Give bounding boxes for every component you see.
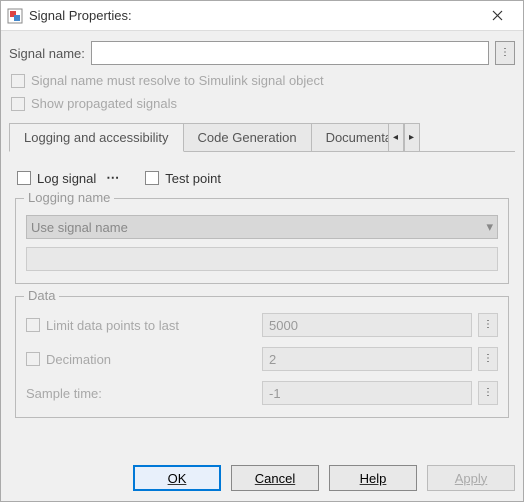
tab-codegen[interactable]: Code Generation	[183, 123, 312, 151]
vdots-icon	[483, 354, 493, 364]
tab-document[interactable]: Documentation	[311, 123, 389, 151]
log-signal-check[interactable]: Log signal	[15, 170, 119, 186]
decimation-more-button	[478, 347, 498, 371]
propagated-checkbox	[11, 97, 25, 111]
logging-name-select: Use signal name ▾	[26, 215, 498, 239]
vdots-icon	[500, 48, 510, 58]
apply-button: Apply	[427, 465, 515, 491]
decimation-value: 2	[262, 347, 472, 371]
logging-name-custom-input	[26, 247, 498, 271]
log-options-row: Log signal Test point	[15, 170, 509, 186]
sample-time-label: Sample time:	[26, 386, 102, 401]
limit-row: Limit data points to last 5000	[26, 313, 498, 337]
ok-button[interactable]: OK	[133, 465, 221, 491]
limit-checkbox	[26, 318, 40, 332]
propagated-label: Show propagated signals	[31, 96, 177, 111]
resolve-check-row: Signal name must resolve to Simulink sig…	[9, 73, 515, 88]
app-icon	[7, 8, 23, 24]
vdots-icon	[483, 320, 493, 330]
data-legend: Data	[24, 288, 59, 303]
tab-content-logging: Log signal Test point Logging name Use s…	[9, 160, 515, 428]
chevron-down-icon: ▾	[486, 219, 493, 235]
signal-name-input[interactable]	[91, 41, 489, 65]
help-button[interactable]: Help	[329, 465, 417, 491]
logging-name-select-value: Use signal name	[31, 220, 128, 235]
signal-name-row: Signal name:	[9, 41, 515, 65]
sample-time-more-button	[478, 381, 498, 405]
decimation-label: Decimation	[46, 352, 111, 367]
signal-properties-dialog: Signal Properties: Signal name: Signal n…	[0, 0, 524, 502]
tab-logging[interactable]: Logging and accessibility	[9, 123, 184, 152]
vdots-icon	[483, 388, 493, 398]
content-area: Signal name: Signal name must resolve to…	[1, 31, 523, 455]
dialog-title: Signal Properties:	[29, 8, 477, 23]
log-signal-label: Log signal	[37, 171, 96, 186]
decimation-row: Decimation 2	[26, 347, 498, 371]
button-bar: OK Cancel Help Apply	[1, 455, 523, 501]
titlebar: Signal Properties:	[1, 1, 523, 31]
signal-name-more-button[interactable]	[495, 41, 515, 65]
test-point-checkbox[interactable]	[145, 171, 159, 185]
decimation-checkbox	[26, 352, 40, 366]
sample-time-value: -1	[262, 381, 472, 405]
logging-name-fieldset: Logging name Use signal name ▾	[15, 198, 509, 284]
limit-label: Limit data points to last	[46, 318, 179, 333]
tabbar: Logging and accessibility Code Generatio…	[9, 123, 515, 152]
log-signal-checkbox[interactable]	[17, 171, 31, 185]
cancel-button[interactable]: Cancel	[231, 465, 319, 491]
signal-name-label: Signal name:	[9, 46, 85, 61]
tab-scroll-left[interactable]: ◂	[388, 123, 404, 151]
test-point-label: Test point	[165, 171, 221, 186]
data-fieldset: Data Limit data points to last 5000 Deci…	[15, 296, 509, 418]
close-button[interactable]	[477, 2, 517, 30]
limit-value: 5000	[262, 313, 472, 337]
logging-name-legend: Logging name	[24, 190, 114, 205]
resolve-checkbox	[11, 74, 25, 88]
sample-time-row: Sample time: -1	[26, 381, 498, 405]
tab-scroll-right[interactable]: ▸	[404, 123, 420, 151]
test-point-check[interactable]: Test point	[143, 171, 221, 186]
propagated-check-row: Show propagated signals	[9, 96, 515, 111]
ellipsis-icon	[106, 170, 119, 186]
resolve-label: Signal name must resolve to Simulink sig…	[31, 73, 324, 88]
limit-more-button	[478, 313, 498, 337]
